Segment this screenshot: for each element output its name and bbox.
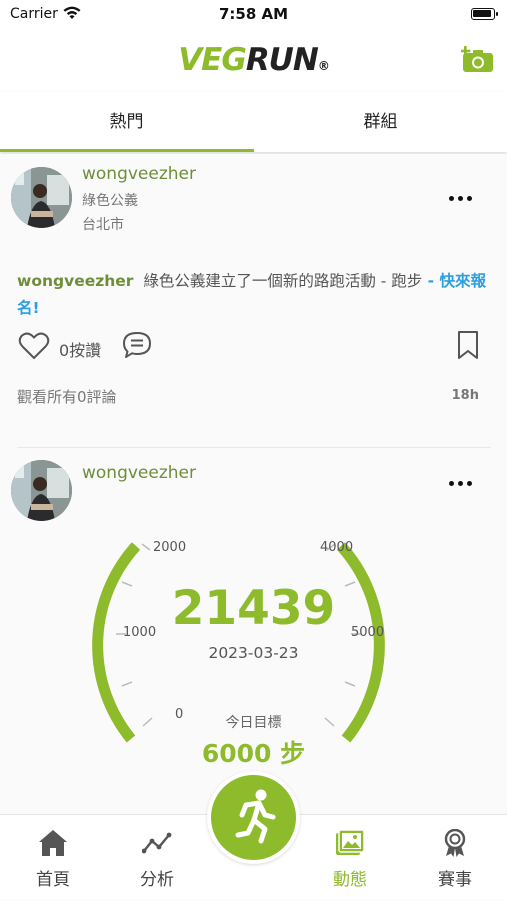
post-text-body: 綠色公義建立了一個新的路跑活動 - 跑步 [143, 272, 423, 290]
nav-home[interactable]: 首頁 [1, 815, 105, 901]
bookmark-icon[interactable] [456, 330, 480, 360]
step-date: 2023-03-23 [208, 644, 299, 662]
more-options-icon[interactable] [447, 193, 475, 203]
activity-feed[interactable]: wongveezher 綠色公義 台北市 wongveezher 綠色公義建立了… [0, 154, 507, 814]
gauge-tick-2000: 2000 [153, 540, 187, 555]
logo-registered-mark: ® [317, 59, 330, 73]
clock-time: 7:58 AM [218, 5, 289, 23]
nav-label-home: 首頁 [36, 870, 70, 890]
gauge-tick-4000: 4000 [320, 540, 354, 555]
post-text: wongveezher 綠色公義建立了一個新的路跑活動 - 跑步 - 快來報名! [17, 268, 492, 322]
runner-icon [235, 789, 276, 844]
nav-events[interactable]: 賽事 [403, 815, 507, 901]
post-location: 台北市 [82, 217, 124, 233]
tab-popular[interactable]: 熱門 [0, 92, 253, 152]
post-username[interactable]: wongveezher [82, 164, 196, 184]
nav-label-events: 賽事 [438, 870, 472, 890]
analytics-icon [142, 832, 172, 854]
feed-icon [336, 829, 365, 855]
comment-icon[interactable] [121, 330, 153, 360]
like-count[interactable]: 0按讚 [59, 337, 101, 361]
nav-label-feed: 動態 [333, 870, 367, 890]
avatar[interactable] [11, 460, 72, 521]
daily-goal-label: 今日目標 [225, 715, 282, 731]
home-icon [39, 830, 67, 856]
post-actions: 0按讚 [0, 327, 507, 367]
feed-tabs: 熱門 群組 [0, 92, 507, 152]
start-run-button[interactable] [207, 771, 300, 864]
active-tab-indicator [0, 149, 254, 152]
view-comments-link[interactable]: 觀看所有0評論 [17, 386, 117, 407]
tab-groups[interactable]: 群組 [254, 92, 507, 152]
post-group: 綠色公義 [82, 193, 138, 209]
step-count: 21439 [171, 581, 336, 636]
nav-feed[interactable]: 動態 [298, 815, 402, 901]
logo-run-text: RUN [245, 42, 319, 78]
nav-label-analytics: 分析 [140, 870, 174, 890]
more-options-icon[interactable] [447, 478, 475, 488]
logo-veg-text: VEG [178, 42, 247, 78]
app-header: VEGRUN® [0, 30, 507, 92]
post-divider [17, 447, 491, 448]
battery-icon [471, 8, 498, 20]
post-username[interactable]: wongveezher [82, 463, 196, 483]
post-text-username[interactable]: wongveezher [17, 272, 133, 290]
post-timestamp: 18h [451, 388, 479, 403]
nav-analytics[interactable]: 分析 [105, 815, 209, 901]
add-photo-camera-icon[interactable] [461, 44, 495, 74]
daily-goal-value: 6000 步 [201, 739, 306, 768]
status-bar: Carrier 7:58 AM [0, 0, 507, 30]
medal-icon [444, 829, 466, 857]
heart-icon[interactable] [18, 331, 50, 361]
vegrun-logo: VEGRUN® [0, 42, 507, 78]
avatar[interactable] [11, 167, 72, 228]
